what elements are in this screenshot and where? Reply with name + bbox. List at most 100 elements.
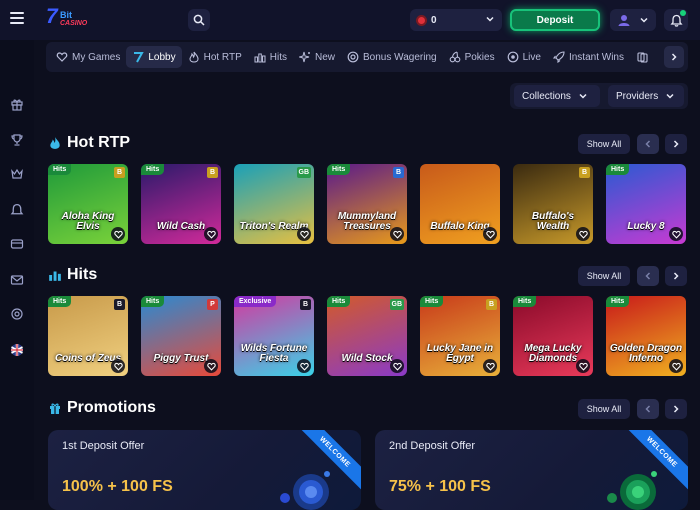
nav-label: Instant Wins: [568, 51, 624, 63]
favorite-button[interactable]: [111, 359, 125, 373]
next-hot-rtp-button[interactable]: [665, 134, 687, 154]
game-tile[interactable]: Triton's Realm GB: [234, 164, 314, 244]
nav-hits[interactable]: Hits: [248, 46, 293, 68]
game-tile[interactable]: Coins of Zeus Hits B: [48, 296, 128, 376]
search-button[interactable]: [188, 9, 210, 31]
notifications-button[interactable]: [664, 9, 688, 31]
card-icon[interactable]: [9, 236, 25, 252]
category-nav: My Games Lobby Hot RTP Hits New Bonus Wa…: [46, 42, 688, 72]
chevron-down-icon: [666, 93, 674, 99]
next-promotions-button[interactable]: [665, 399, 687, 419]
game-tile[interactable]: Lucky 8 Hits: [606, 164, 686, 244]
nav-pokies[interactable]: Pokies: [443, 46, 501, 68]
top-bar: 7 Bit CASINO 0 Deposit: [0, 0, 700, 40]
account-menu-button[interactable]: [610, 9, 656, 31]
promo-card[interactable]: 1st Deposit Offer 100% + 100 FS WELCOME: [48, 430, 361, 510]
game-tile[interactable]: Wild Stock Hits GB: [327, 296, 407, 376]
balance-selector[interactable]: 0: [410, 9, 502, 31]
nav-instant-wins[interactable]: Instant Wins: [547, 46, 630, 68]
game-tile[interactable]: Piggy Trust Hits P: [141, 296, 221, 376]
section-title-promotions: Promotions: [48, 399, 156, 417]
game-row-hits: Coins of Zeus Hits B Piggy Trust Hits P Wilds …: [48, 296, 690, 378]
heart-icon: [206, 230, 216, 239]
game-tile[interactable]: Lucky Jane in Egypt Hits B: [420, 296, 500, 376]
favorite-button[interactable]: [204, 227, 218, 241]
bell-icon[interactable]: [9, 202, 25, 218]
nav-my-games[interactable]: My Games: [50, 46, 126, 68]
nav-lobby[interactable]: Lobby: [126, 46, 182, 68]
nav-new[interactable]: New: [293, 46, 341, 68]
game-tile[interactable]: Mega Lucky Diamonds Hits: [513, 296, 593, 376]
logo[interactable]: 7 Bit CASINO: [46, 5, 88, 32]
game-badge: Hits: [513, 296, 537, 307]
favorite-button[interactable]: [483, 359, 497, 373]
chevron-right-icon: [673, 272, 679, 280]
provider-badge: B: [114, 299, 125, 310]
prev-hot-rtp-button[interactable]: [637, 134, 659, 154]
next-hits-button[interactable]: [665, 266, 687, 286]
favorite-button[interactable]: [576, 359, 590, 373]
favorite-button[interactable]: [111, 227, 125, 241]
favorite-button[interactable]: [576, 227, 590, 241]
collections-dropdown[interactable]: Collections: [514, 85, 600, 107]
nav-label: My Games: [72, 51, 121, 63]
favorite-button[interactable]: [483, 227, 497, 241]
game-tile[interactable]: Buffalo's Wealth B: [513, 164, 593, 244]
nav-bonus-wagering[interactable]: Bonus Wagering: [341, 46, 443, 68]
favorite-button[interactable]: [669, 359, 683, 373]
section-title-text: Hot RTP: [67, 134, 131, 151]
trophy-icon[interactable]: [9, 132, 25, 148]
game-badge: Hits: [141, 296, 165, 307]
notification-badge: [680, 10, 686, 16]
support-icon[interactable]: [9, 306, 25, 322]
heart-icon: [671, 362, 681, 371]
favorite-button[interactable]: [390, 227, 404, 241]
mail-icon[interactable]: [9, 272, 25, 288]
heart-icon: [392, 362, 402, 371]
chart-icon: [49, 271, 61, 281]
game-tile[interactable]: Buffalo King: [420, 164, 500, 244]
providers-label: Providers: [616, 90, 659, 102]
show-all-promotions-button[interactable]: Show All: [578, 399, 630, 419]
show-all-hot-rtp-button[interactable]: Show All: [578, 134, 630, 154]
logo-text: Bit: [60, 10, 72, 20]
promo-card[interactable]: 2nd Deposit Offer 75% + 100 FS WELCOME: [375, 430, 688, 510]
cannon-illustration: [607, 471, 657, 510]
flag-uk-icon[interactable]: [9, 342, 25, 358]
favorite-button[interactable]: [297, 359, 311, 373]
favorite-button[interactable]: [390, 359, 404, 373]
crown-icon[interactable]: [9, 166, 25, 182]
provider-badge: P: [207, 299, 218, 310]
game-tile[interactable]: Wilds Fortune Fiesta Exclusive B: [234, 296, 314, 376]
nav-label: Live: [522, 51, 541, 63]
prev-promotions-button[interactable]: [637, 399, 659, 419]
sparkle-icon: [299, 51, 310, 63]
heart-icon: [392, 230, 402, 239]
avatar-icon: [618, 15, 630, 26]
favorite-button[interactable]: [297, 227, 311, 241]
nav-label: Hot RTP: [203, 51, 242, 63]
nav-live[interactable]: Live: [501, 46, 547, 68]
gift-icon: [50, 403, 60, 414]
heart-icon: [206, 362, 216, 371]
game-tile[interactable]: Golden Dragon Inferno Hits: [606, 296, 686, 376]
game-row-hot-rtp: Aloha King Elvis Hits B Wild Cash Hits B Trito…: [48, 164, 690, 246]
heart-icon: [578, 230, 588, 239]
game-tile[interactable]: Aloha King Elvis Hits B: [48, 164, 128, 244]
cherry-icon: [449, 51, 460, 63]
game-tile[interactable]: Wild Cash Hits B: [141, 164, 221, 244]
deposit-button[interactable]: Deposit: [510, 9, 600, 31]
promo-offer: 100% + 100 FS: [62, 478, 173, 495]
game-tile[interactable]: Mummyland Treasures Hits B: [327, 164, 407, 244]
cannon-illustration: [280, 471, 330, 510]
providers-dropdown[interactable]: Providers: [608, 85, 684, 107]
favorite-button[interactable]: [669, 227, 683, 241]
nav-hot-rtp[interactable]: Hot RTP: [182, 46, 248, 68]
prev-hits-button[interactable]: [637, 266, 659, 286]
favorite-button[interactable]: [204, 359, 218, 373]
nav-scroll-right-button[interactable]: [664, 46, 684, 68]
nav-label: New: [315, 51, 336, 63]
menu-icon[interactable]: [10, 12, 24, 26]
show-all-hits-button[interactable]: Show All: [578, 266, 630, 286]
gift-icon[interactable]: [9, 96, 25, 112]
